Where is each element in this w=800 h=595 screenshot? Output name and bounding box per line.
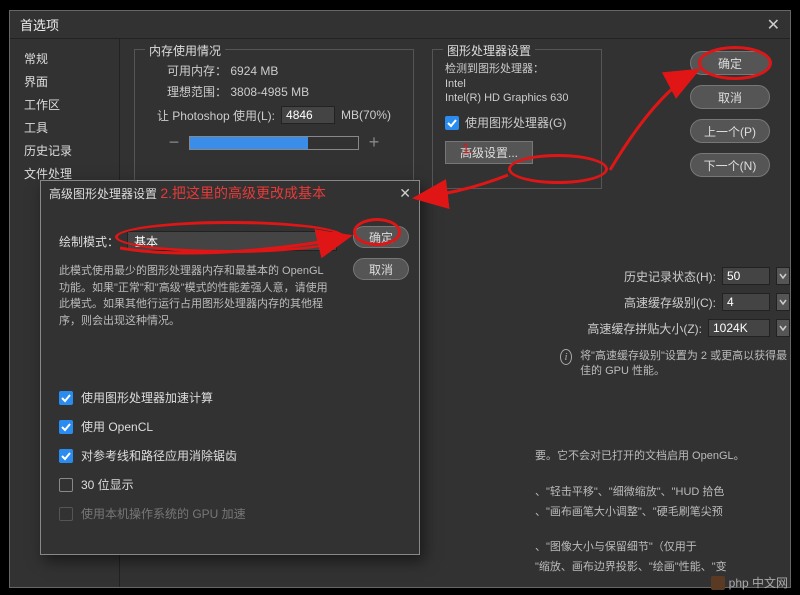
top-row: 内存使用情况 可用内存： 6924 MB 理想范围： 3808-4985 MB … — [134, 49, 776, 189]
history-cache-group: 历史记录状态(H): 高速缓存级别(C): 高速缓存拼贴大小(Z): i 将"高 — [560, 259, 790, 380]
suffix: MB(70%) — [341, 108, 391, 122]
sub-body: 绘制模式： 确定 取消 此模式使用最少的图形处理器内存和最基本的 OpenGL … — [41, 205, 419, 548]
cancel-button[interactable]: 取消 — [690, 85, 770, 109]
checkbox-on-icon[interactable] — [59, 391, 73, 405]
label: 高速缓存拼贴大小(Z): — [587, 320, 702, 337]
memory-slider[interactable]: − + — [147, 132, 401, 153]
draw-mode-row: 绘制模式： — [59, 231, 401, 251]
sub-dialog-title: 高级图形处理器设置 — [49, 187, 157, 201]
checkbox-on-icon[interactable] — [59, 449, 73, 463]
title-bar: 首选项 ✕ — [10, 11, 790, 39]
draw-mode-label: 绘制模式： — [59, 233, 119, 250]
annotation-step-1: 1. — [462, 140, 474, 156]
label: 理想范围： — [167, 85, 227, 99]
sidebar-item[interactable]: 工具 — [10, 116, 119, 139]
label: 对参考线和路径应用消除锯齿 — [81, 447, 237, 464]
logo-icon — [711, 576, 725, 590]
label: 使用图形处理器加速计算 — [81, 389, 213, 406]
advanced-gpu-dialog: 高级图形处理器设置 2.把这里的高级更改成基本 ✕ 绘制模式： 确定 取消 此模… — [40, 180, 420, 555]
dialog-title: 首选项 — [20, 15, 59, 34]
sub-checkbox-group: 使用图形处理器加速计算 使用 OpenCL 对参考线和路径应用消除锯齿 30 位… — [59, 389, 401, 522]
info-row: i 将"高速缓存级别"设置为 2 或更高以获得最佳的 GPU 性能。 — [560, 349, 790, 380]
ck-antialias[interactable]: 对参考线和路径应用消除锯齿 — [59, 447, 401, 464]
sidebar-item[interactable]: 常规 — [10, 47, 119, 70]
sub-cancel-button[interactable]: 取消 — [353, 258, 409, 280]
sidebar-item[interactable]: 工作区 — [10, 93, 119, 116]
chevron-down-icon[interactable] — [776, 267, 790, 285]
partial-text-block: 要。它不会对已打开的文档启用 OpenGL。 、"轻击平移"、"细微缩放"、"H… — [535, 447, 800, 578]
slider-track[interactable] — [189, 136, 359, 150]
history-states-input[interactable] — [722, 267, 770, 285]
partial-line: 、"图像大小与保留细节"（仅用于 — [535, 538, 800, 558]
label: 历史记录状态(H): — [624, 268, 716, 285]
watermark-text: php 中文网 — [729, 574, 788, 591]
label: 让 Photoshop 使用(L): — [157, 107, 275, 124]
use-gpu-label: 使用图形处理器(G) — [465, 114, 566, 131]
history-states-row: 历史记录状态(H): — [560, 267, 790, 285]
label: 使用本机操作系统的 GPU 加速 — [81, 505, 246, 522]
ideal-range: 理想范围： 3808-4985 MB — [167, 83, 381, 100]
use-gpu-row[interactable]: 使用图形处理器(G) — [445, 114, 589, 131]
label: 30 位显示 — [81, 476, 134, 493]
minus-icon[interactable]: − — [167, 132, 181, 153]
draw-mode-select[interactable] — [127, 231, 337, 251]
checkbox-off-icon[interactable] — [59, 478, 73, 492]
ck-native-gpu: 使用本机操作系统的 GPU 加速 — [59, 505, 401, 522]
memory-section: 内存使用情况 可用内存： 6924 MB 理想范围： 3808-4985 MB … — [134, 49, 414, 189]
sub-dialog-buttons: 确定 取消 — [353, 226, 409, 280]
memory-input[interactable] — [281, 106, 335, 124]
sub-ok-button[interactable]: 确定 — [353, 226, 409, 248]
memory-usage-row: 让 Photoshop 使用(L): MB(70%) — [147, 106, 401, 124]
cache-levels-input[interactable] — [722, 293, 770, 311]
ok-button[interactable]: 确定 — [690, 51, 770, 75]
chevron-down-icon[interactable] — [776, 319, 790, 337]
prev-button[interactable]: 上一个(P) — [690, 119, 770, 143]
partial-line: 要。它不会对已打开的文档启用 OpenGL。 — [535, 447, 800, 467]
next-button[interactable]: 下一个(N) — [690, 153, 770, 177]
gpu-model: Intel(R) HD Graphics 630 — [445, 92, 589, 104]
close-icon[interactable]: ✕ — [399, 185, 411, 202]
checkbox-on-icon[interactable] — [445, 116, 459, 130]
sub-title-bar: 高级图形处理器设置 2.把这里的高级更改成基本 ✕ — [41, 181, 419, 205]
draw-mode-description: 此模式使用最少的图形处理器内存和最基本的 OpenGL 功能。如果"正常"和"高… — [59, 263, 331, 329]
checkbox-on-icon[interactable] — [59, 420, 73, 434]
sidebar-item[interactable]: 历史记录 — [10, 139, 119, 162]
ck-30bit[interactable]: 30 位显示 — [59, 476, 401, 493]
info-icon: i — [560, 349, 572, 365]
partial-line: 、"轻击平移"、"细微缩放"、"HUD 拾色 — [535, 483, 800, 503]
cache-levels-row: 高速缓存级别(C): — [560, 293, 790, 311]
value: 6924 MB — [230, 64, 278, 78]
cache-tile-input[interactable] — [708, 319, 770, 337]
annotation-step-2: 2.把这里的高级更改成基本 — [160, 185, 326, 201]
cache-tile-row: 高速缓存拼贴大小(Z): — [560, 319, 790, 337]
watermark: php 中文网 — [711, 574, 788, 591]
info-text: 将"高速缓存级别"设置为 2 或更高以获得最佳的 GPU 性能。 — [580, 349, 790, 380]
gpu-section: 图形处理器设置 检测到图形处理器： Intel Intel(R) HD Grap… — [432, 49, 602, 189]
advanced-settings-button[interactable]: 高级设置... — [445, 141, 533, 164]
gpu-title: 图形处理器设置 — [443, 42, 535, 59]
memory-title: 内存使用情况 — [145, 42, 225, 59]
ck-opencl[interactable]: 使用 OpenCL — [59, 418, 401, 435]
close-icon[interactable]: ✕ — [767, 15, 780, 35]
ck-gpu-accel[interactable]: 使用图形处理器加速计算 — [59, 389, 401, 406]
checkbox-disabled-icon — [59, 507, 73, 521]
chevron-down-icon[interactable] — [776, 293, 790, 311]
label: 高速缓存级别(C): — [624, 294, 716, 311]
side-buttons: 确定 取消 上一个(P) 下一个(N) — [690, 51, 776, 177]
available-memory: 可用内存： 6924 MB — [167, 62, 381, 79]
label: 可用内存： — [167, 64, 227, 78]
value: 3808-4985 MB — [230, 85, 309, 99]
sidebar-item[interactable]: 界面 — [10, 70, 119, 93]
label: 使用 OpenCL — [81, 418, 153, 435]
slider-fill — [190, 137, 308, 149]
gpu-detected: 检测到图形处理器： — [445, 60, 589, 76]
gpu-vendor: Intel — [445, 78, 589, 90]
plus-icon[interactable]: + — [367, 132, 381, 153]
partial-line: 、"画布画笔大小调整"、"硬毛刷笔尖预 — [535, 503, 800, 523]
